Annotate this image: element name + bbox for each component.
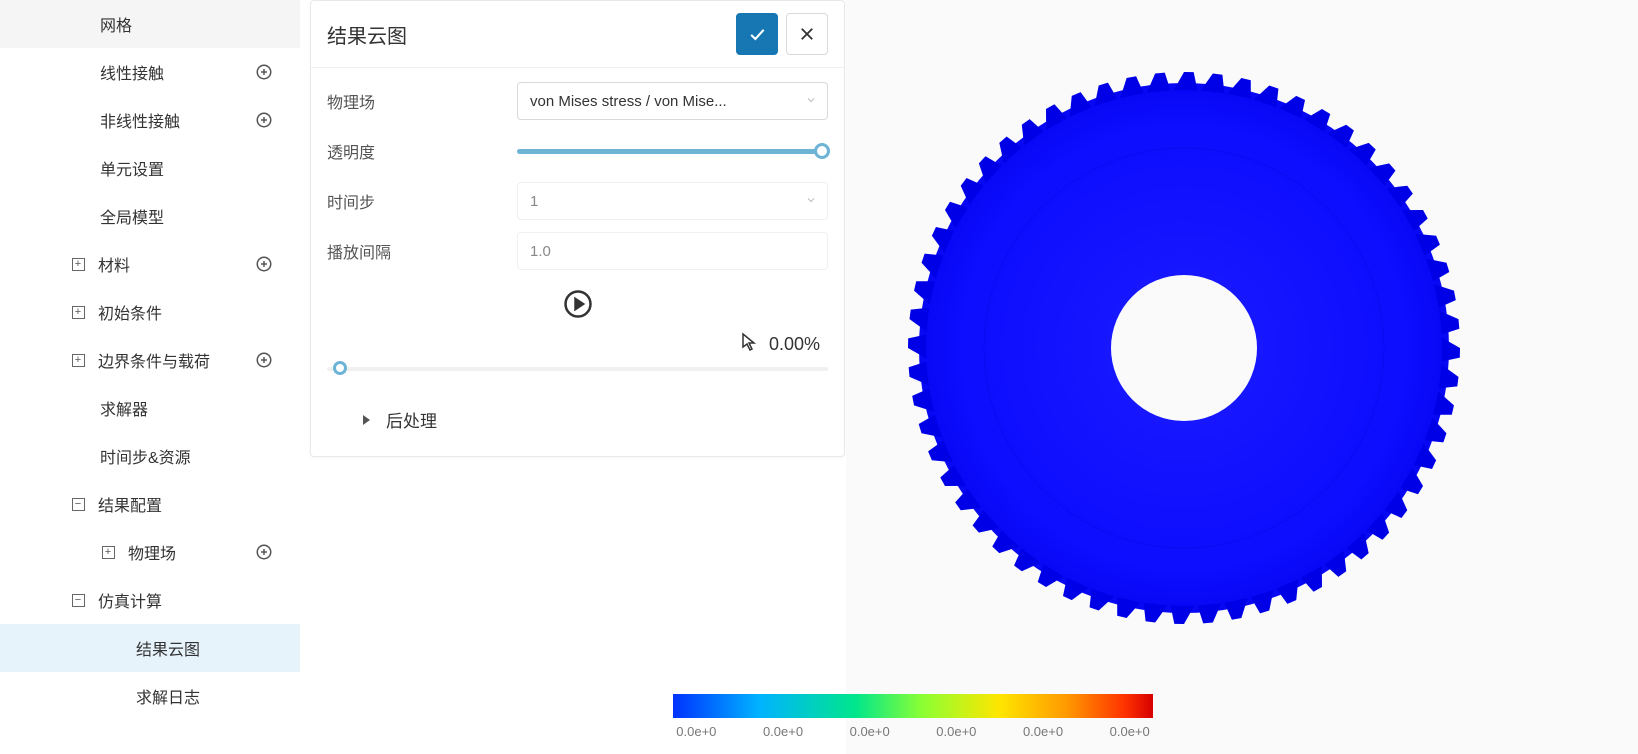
colorbar-tick: 0.0e+0	[653, 724, 740, 739]
sidebar-tree: 网格 线性接触 非线性接触 单元设置 全局模型 + 材料 + 初始条件 + 边界…	[0, 0, 300, 754]
colorbar-tick: 0.0e+0	[1000, 724, 1087, 739]
close-button[interactable]	[786, 13, 828, 55]
tree-item-solve-log[interactable]: 求解日志	[0, 672, 300, 720]
chevron-down-icon	[805, 93, 817, 110]
tree-item-timestep-resources[interactable]: 时间步&资源	[0, 432, 300, 480]
expand-minus-icon[interactable]: −	[70, 496, 86, 512]
timestep-select[interactable]: 1	[517, 182, 828, 220]
cursor-icon	[741, 332, 757, 357]
slider-handle[interactable]	[814, 143, 830, 159]
colorbar-gradient	[673, 694, 1153, 718]
colorbar-legend: 0.0e+0 0.0e+0 0.0e+0 0.0e+0 0.0e+0 0.0e+…	[653, 694, 1173, 739]
tree-item-mesh[interactable]: 网格	[0, 0, 300, 48]
panel-title: 结果云图	[327, 20, 728, 49]
tree-item-materials[interactable]: + 材料	[0, 240, 300, 288]
confirm-button[interactable]	[736, 13, 778, 55]
add-icon[interactable]	[252, 540, 276, 564]
gear-model	[904, 68, 1464, 628]
tree-item-result-config[interactable]: − 结果配置	[0, 480, 300, 528]
tree-item-boundary-loads[interactable]: + 边界条件与载荷	[0, 336, 300, 384]
add-icon[interactable]	[252, 108, 276, 132]
expand-minus-icon[interactable]: −	[70, 592, 86, 608]
tree-item-nonlinear-contact[interactable]: 非线性接触	[0, 96, 300, 144]
expand-plus-icon[interactable]: +	[70, 256, 86, 272]
tree-item-solver[interactable]: 求解器	[0, 384, 300, 432]
add-icon[interactable]	[252, 60, 276, 84]
expand-plus-icon[interactable]: +	[70, 304, 86, 320]
add-icon[interactable]	[252, 252, 276, 276]
tree-item-global-model[interactable]: 全局模型	[0, 192, 300, 240]
opacity-slider[interactable]	[517, 141, 828, 161]
tree-item-result-contour[interactable]: 结果云图	[0, 624, 300, 672]
postprocess-row[interactable]: 后处理	[327, 407, 828, 432]
play-button[interactable]	[562, 288, 594, 320]
caret-right-icon	[363, 415, 370, 425]
colorbar-tick: 0.0e+0	[826, 724, 913, 739]
expand-plus-icon[interactable]: +	[100, 544, 116, 560]
tree-item-initial-conditions[interactable]: + 初始条件	[0, 288, 300, 336]
tree-item-simulation[interactable]: − 仿真计算	[0, 576, 300, 624]
viewport-3d[interactable]: 0.0e+0 0.0e+0 0.0e+0 0.0e+0 0.0e+0 0.0e+…	[846, 0, 1638, 754]
physics-label: 物理场	[327, 89, 517, 113]
interval-label: 播放间隔	[327, 239, 517, 263]
opacity-label: 透明度	[327, 139, 517, 163]
tree-item-element-settings[interactable]: 单元设置	[0, 144, 300, 192]
physics-select[interactable]: von Mises stress / von Mise...	[517, 82, 828, 120]
slider-handle[interactable]	[333, 361, 347, 375]
result-contour-panel: 结果云图 物理场 von Mises stress / von Mise... …	[310, 0, 845, 457]
expand-plus-icon[interactable]: +	[70, 352, 86, 368]
colorbar-tick: 0.0e+0	[740, 724, 827, 739]
timestep-label: 时间步	[327, 189, 517, 213]
tree-item-linear-contact[interactable]: 线性接触	[0, 48, 300, 96]
tree-item-physics-field[interactable]: + 物理场	[0, 528, 300, 576]
add-icon[interactable]	[252, 348, 276, 372]
timeline-slider[interactable]	[327, 367, 828, 387]
progress-percent: 0.00%	[769, 334, 820, 355]
chevron-down-icon	[805, 193, 817, 210]
colorbar-tick: 0.0e+0	[1086, 724, 1173, 739]
colorbar-tick: 0.0e+0	[913, 724, 1000, 739]
interval-input[interactable]: 1.0	[517, 232, 828, 270]
